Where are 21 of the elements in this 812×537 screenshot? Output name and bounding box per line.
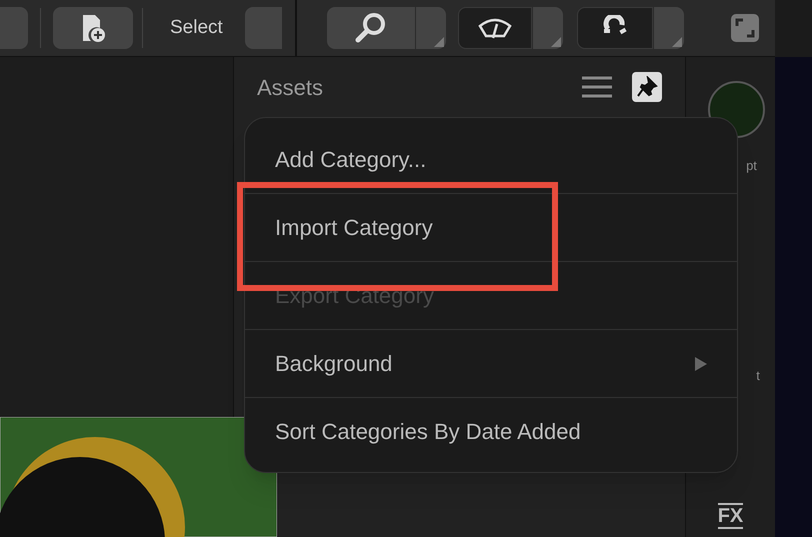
menu-icon[interactable] bbox=[582, 76, 612, 98]
menu-item[interactable]: Background bbox=[275, 347, 695, 380]
options-button[interactable] bbox=[532, 7, 563, 49]
pin-icon bbox=[636, 76, 658, 98]
menu-item[interactable]: Add Category... bbox=[275, 142, 707, 176]
gauge-icon bbox=[476, 16, 513, 40]
menu-item[interactable]: Import Category bbox=[275, 211, 707, 244]
panel-title: Assets bbox=[257, 74, 324, 102]
select-label[interactable]: Select bbox=[170, 14, 223, 42]
zoom-button[interactable] bbox=[326, 7, 415, 49]
label-fragment: pt bbox=[746, 157, 757, 175]
fullscreen-icon[interactable] bbox=[730, 14, 759, 42]
add-document-icon bbox=[80, 13, 106, 43]
options-button[interactable] bbox=[416, 7, 446, 49]
search-icon bbox=[354, 12, 388, 44]
pin-button[interactable] bbox=[632, 72, 662, 102]
options-button[interactable] bbox=[654, 7, 684, 49]
label-fragment: t bbox=[756, 366, 760, 384]
view-button[interactable] bbox=[458, 7, 532, 49]
new-document-button[interactable] bbox=[53, 7, 133, 49]
menu-item[interactable]: Sort Categories By Date Added bbox=[275, 415, 707, 448]
